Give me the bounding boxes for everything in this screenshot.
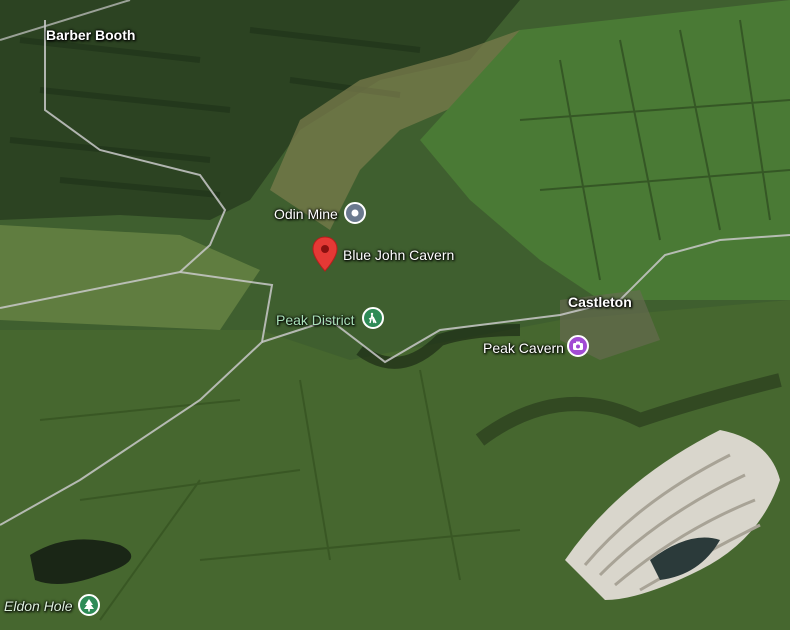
selected-location-pin-icon[interactable] (312, 236, 338, 272)
tree-poi-icon[interactable] (78, 594, 100, 616)
place-label-barber-booth[interactable]: Barber Booth (46, 27, 135, 43)
place-label-odin-mine[interactable]: Odin Mine (274, 206, 338, 222)
place-label-peak-district[interactable]: Peak District (276, 312, 355, 328)
place-label-castleton[interactable]: Castleton (568, 294, 632, 310)
mine-poi-icon[interactable] (344, 202, 366, 224)
park-poi-icon[interactable] (362, 307, 384, 329)
place-label-peak-cavern[interactable]: Peak Cavern (483, 340, 564, 356)
satellite-map[interactable] (0, 0, 790, 630)
place-label-blue-john-cavern[interactable]: Blue John Cavern (343, 247, 454, 263)
place-label-eldon-hole[interactable]: Eldon Hole (4, 598, 73, 614)
camera-poi-icon[interactable] (567, 335, 589, 357)
